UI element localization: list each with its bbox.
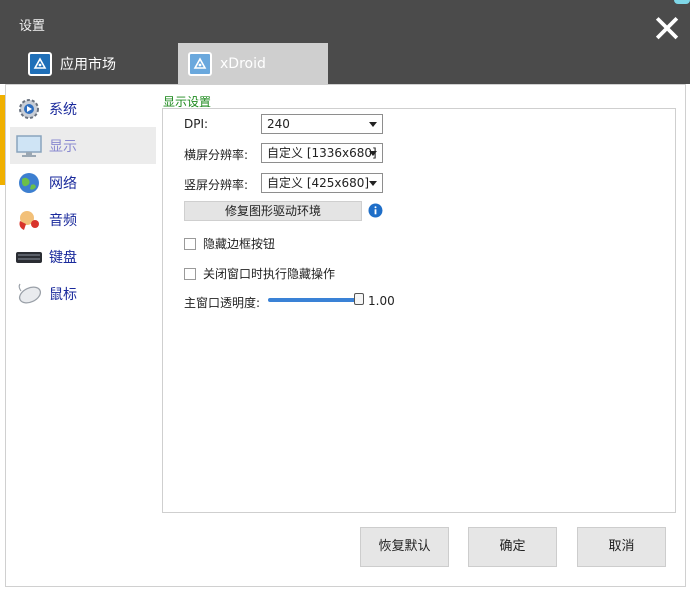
sidebar-item-keyboard[interactable]: 键盘 (10, 238, 156, 275)
window-title: 设置 (19, 19, 46, 34)
tab-label: xDroid (220, 55, 266, 72)
corner-decoration (674, 0, 690, 4)
sidebar-item-system[interactable]: 系统 (10, 90, 156, 127)
chevron-down-icon (369, 122, 377, 127)
tab-xdroid[interactable]: xDroid (178, 43, 328, 84)
chevron-down-icon (369, 151, 377, 156)
monitor-icon (15, 132, 43, 160)
title-bar: 设置 ✕ 应用市场 xDroid (0, 0, 690, 84)
mouse-icon (15, 280, 43, 308)
checkbox-label: 关闭窗口时执行隐藏操作 (203, 267, 336, 281)
cancel-button[interactable]: 取消 (577, 527, 666, 567)
opacity-slider-handle[interactable] (354, 293, 364, 305)
sidebar-item-network[interactable]: 网络 (10, 164, 156, 201)
gear-icon (15, 95, 43, 123)
app-market-icon (28, 51, 52, 76)
close-icon[interactable]: ✕ (650, 10, 684, 48)
chevron-down-icon (369, 181, 377, 186)
sidebar-item-label: 网络 (49, 175, 77, 192)
sidebar-item-mouse[interactable]: 鼠标 (10, 275, 156, 312)
dpi-label: DPI: (184, 117, 209, 131)
audio-icon (15, 206, 43, 234)
repair-graphics-driver-button[interactable]: 修复图形驱动环境 (184, 201, 362, 221)
sidebar-item-label: 音频 (49, 212, 77, 229)
sidebar-item-label: 键盘 (49, 249, 77, 266)
info-icon[interactable] (368, 203, 383, 218)
sidebar-item-label: 系统 (49, 101, 77, 118)
checkbox-label: 隐藏边框按钮 (203, 237, 276, 251)
sidebar: 系统 显示 网络 音频 键盘 鼠标 (10, 90, 156, 312)
ok-button[interactable]: 确定 (468, 527, 557, 567)
checkbox-box[interactable] (184, 267, 196, 280)
keyboard-icon (15, 243, 43, 271)
landscape-resolution-value: 自定义 [1336x680] (267, 146, 377, 160)
network-globe-icon (15, 169, 43, 197)
hide-border-checkbox[interactable]: 隐藏边框按钮 (184, 235, 275, 252)
checkbox-box[interactable] (184, 237, 196, 250)
dpi-select[interactable]: 240 (261, 114, 383, 134)
portrait-resolution-label: 竖屏分辨率: (184, 178, 249, 192)
opacity-value: 1.00 (368, 294, 395, 308)
sidebar-item-audio[interactable]: 音频 (10, 201, 156, 238)
dpi-value: 240 (267, 117, 290, 131)
landscape-resolution-select[interactable]: 自定义 [1336x680] (261, 143, 383, 163)
landscape-resolution-label: 横屏分辨率: (184, 148, 249, 162)
xdroid-icon (188, 51, 212, 76)
hide-on-close-checkbox[interactable]: 关闭窗口时执行隐藏操作 (184, 265, 335, 282)
sidebar-item-label: 显示 (49, 138, 77, 155)
portrait-resolution-value: 自定义 [425x680] (267, 176, 370, 190)
tab-label: 应用市场 (60, 56, 116, 73)
sidebar-item-display[interactable]: 显示 (10, 127, 156, 164)
opacity-slider-track[interactable] (268, 298, 364, 302)
restore-default-button[interactable]: 恢复默认 (360, 527, 449, 567)
opacity-label: 主窗口透明度: (184, 296, 261, 310)
sidebar-item-label: 鼠标 (49, 286, 77, 303)
tab-app-market[interactable]: 应用市场 (18, 43, 168, 84)
portrait-resolution-select[interactable]: 自定义 [425x680] (261, 173, 383, 193)
